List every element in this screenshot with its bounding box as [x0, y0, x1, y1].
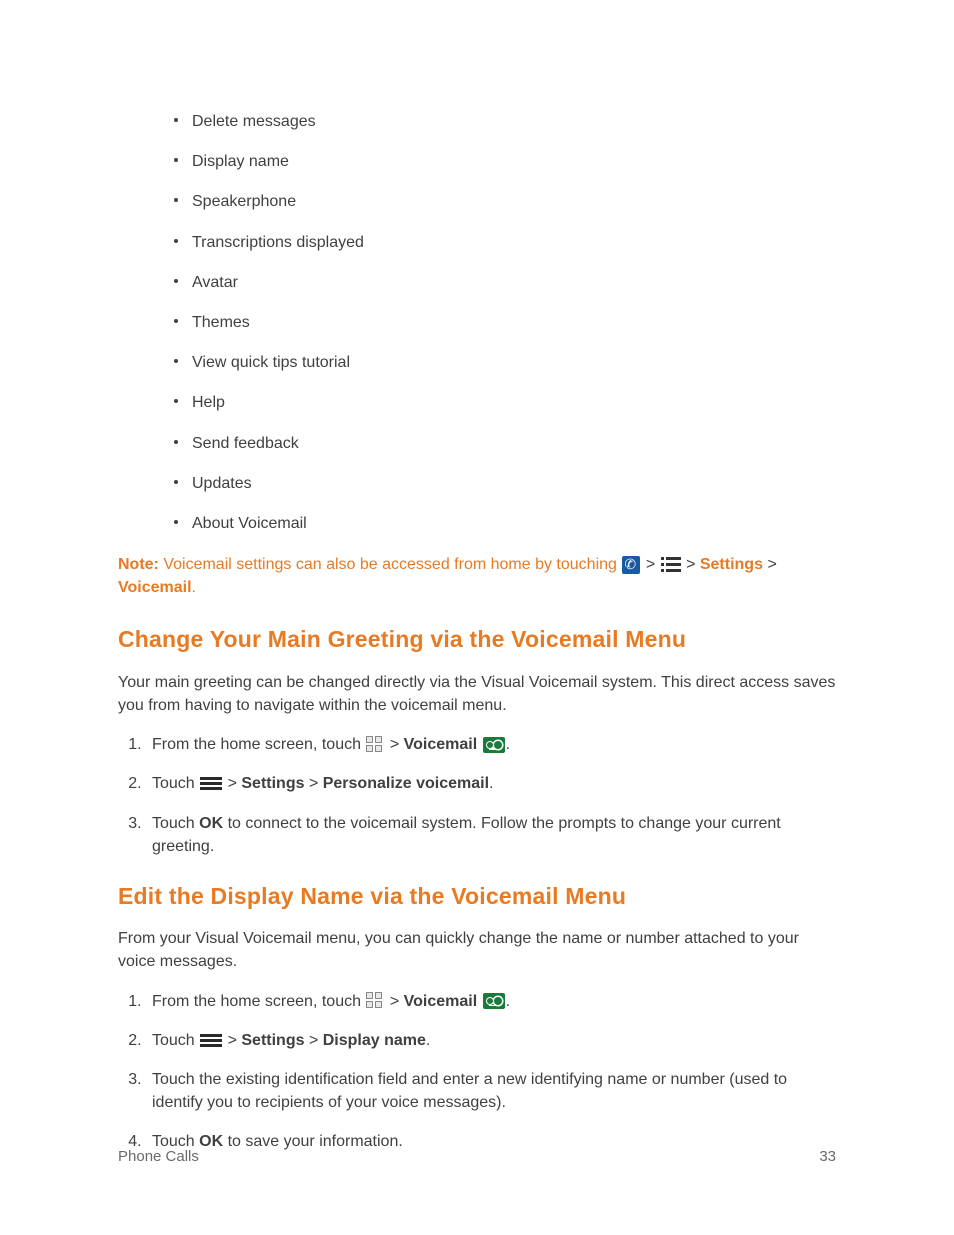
list-item: Themes: [174, 311, 836, 334]
step-text: Touch: [152, 775, 199, 792]
note-settings: Settings: [700, 556, 763, 573]
section2-intro: From your Visual Voicemail menu, you can…: [118, 927, 836, 973]
note-paragraph: Note: Voicemail settings can also be acc…: [118, 553, 836, 599]
period: .: [426, 1032, 430, 1049]
section-heading-display-name: Edit the Display Name via the Voicemail …: [118, 880, 836, 913]
period: .: [192, 579, 196, 596]
step-text: From the home screen, touch: [152, 736, 365, 753]
settings-label: Settings: [241, 775, 304, 792]
footer-section-title: Phone Calls: [118, 1148, 199, 1165]
page-content: Delete messages Display name Speakerphon…: [0, 0, 954, 1154]
voicemail-icon: [483, 737, 505, 753]
list-item: Avatar: [174, 271, 836, 294]
list-item: Speakerphone: [174, 190, 836, 213]
separator: >: [223, 1032, 241, 1049]
voicemail-label: Voicemail: [404, 993, 478, 1010]
step-text: to connect to the voicemail system. Foll…: [152, 815, 781, 855]
note-voicemail: Voicemail: [118, 579, 192, 596]
list-item: View quick tips tutorial: [174, 351, 836, 374]
list-item: Updates: [174, 472, 836, 495]
list-item: Transcriptions displayed: [174, 231, 836, 254]
settings-bullet-list: Delete messages Display name Speakerphon…: [174, 110, 836, 535]
note-text: Voicemail settings can also be accessed …: [159, 556, 621, 573]
period: .: [506, 993, 510, 1010]
separator: >: [767, 556, 776, 573]
step-item: Touch > Settings > Display name.: [146, 1029, 836, 1052]
list-menu-icon: [661, 556, 681, 574]
note-label: Note:: [118, 556, 159, 573]
apps-grid-icon: [366, 992, 384, 1010]
separator: >: [305, 775, 323, 792]
separator: >: [385, 736, 403, 753]
ok-label: OK: [199, 815, 223, 832]
separator: >: [646, 556, 655, 573]
list-item: Display name: [174, 150, 836, 173]
separator: >: [305, 1032, 323, 1049]
apps-grid-icon: [366, 736, 384, 754]
footer-page-number: 33: [819, 1148, 836, 1165]
step-item: Touch > Settings > Personalize voicemail…: [146, 772, 836, 795]
step-text: Touch: [152, 815, 199, 832]
hamburger-menu-icon: [200, 1034, 222, 1048]
step-item: Touch OK to connect to the voicemail sys…: [146, 812, 836, 858]
section1-steps: From the home screen, touch > Voicemail …: [146, 733, 836, 858]
voicemail-icon: [483, 993, 505, 1009]
section2-steps: From the home screen, touch > Voicemail …: [146, 990, 836, 1154]
personalize-label: Personalize voicemail: [323, 775, 489, 792]
hamburger-menu-icon: [200, 777, 222, 791]
separator: >: [223, 775, 241, 792]
page-footer: Phone Calls 33: [118, 1148, 836, 1165]
period: .: [506, 736, 510, 753]
step-text: Touch: [152, 1032, 199, 1049]
section1-intro: Your main greeting can be changed direct…: [118, 671, 836, 717]
period: .: [489, 775, 493, 792]
section-heading-greeting: Change Your Main Greeting via the Voicem…: [118, 623, 836, 656]
list-item: Send feedback: [174, 432, 836, 455]
separator: >: [686, 556, 695, 573]
step-item: From the home screen, touch > Voicemail …: [146, 990, 836, 1013]
phone-icon: [622, 556, 640, 574]
list-item: Delete messages: [174, 110, 836, 133]
list-item: About Voicemail: [174, 512, 836, 535]
voicemail-label: Voicemail: [404, 736, 478, 753]
step-item: From the home screen, touch > Voicemail …: [146, 733, 836, 756]
display-name-label: Display name: [323, 1032, 426, 1049]
step-item: Touch the existing identification field …: [146, 1068, 836, 1114]
step-text: From the home screen, touch: [152, 993, 365, 1010]
separator: >: [385, 993, 403, 1010]
settings-label: Settings: [241, 1032, 304, 1049]
list-item: Help: [174, 391, 836, 414]
